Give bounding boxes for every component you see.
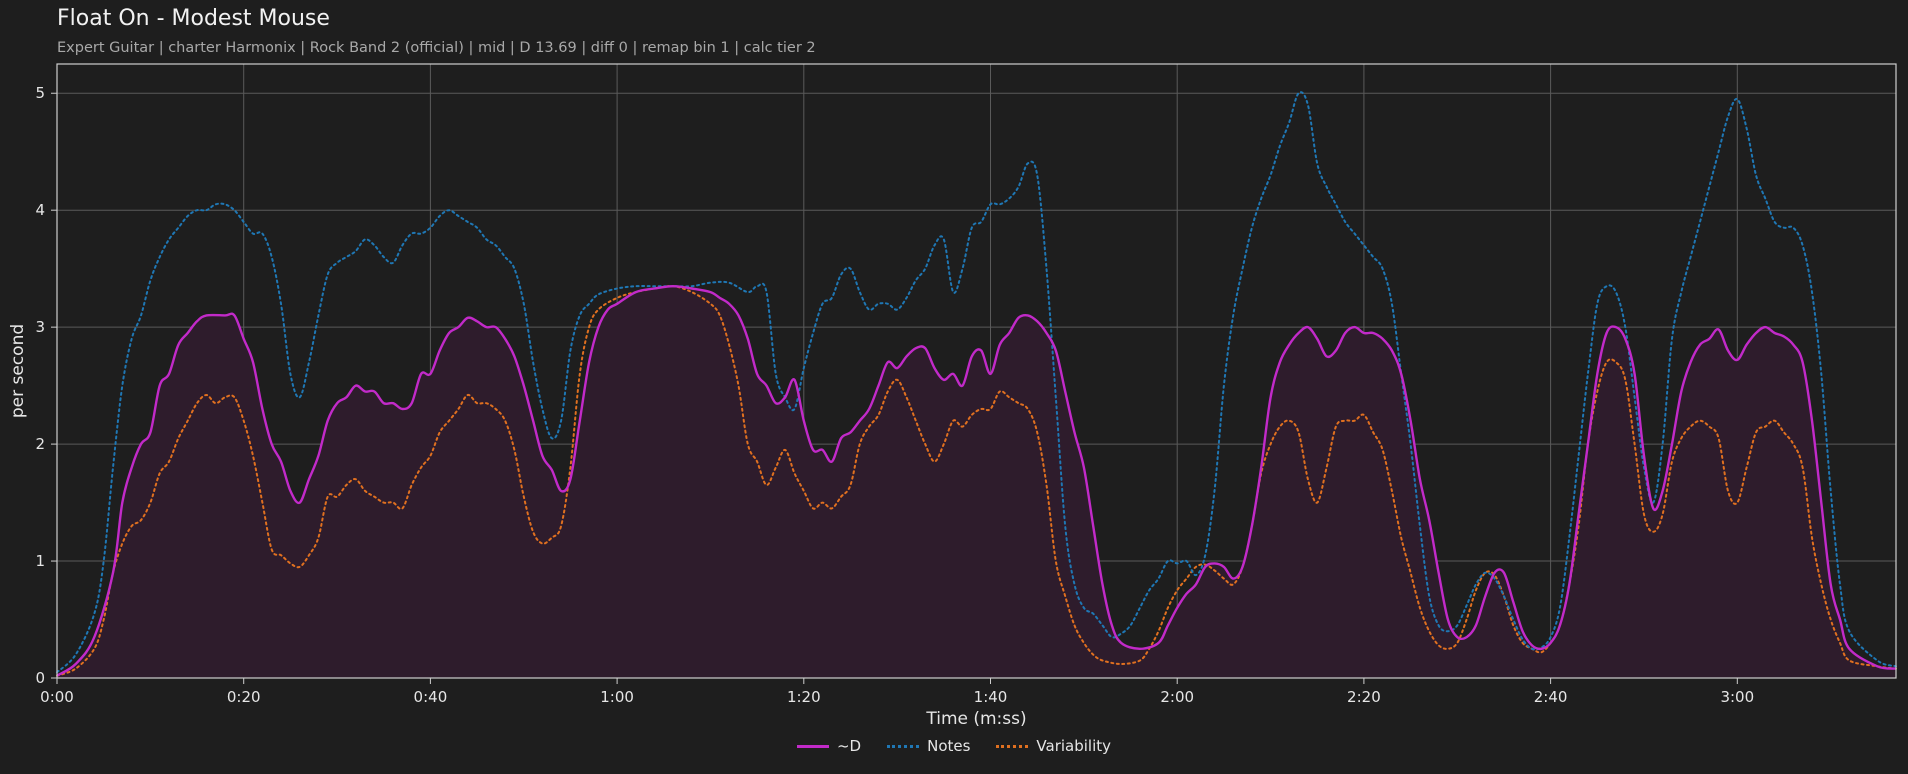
x-tick-label: 2:40 <box>1534 688 1568 706</box>
y-tick-label: 0 <box>35 669 45 687</box>
x-tick-label: 0:00 <box>40 688 74 706</box>
x-tick-label: 1:00 <box>600 688 634 706</box>
x-tick-label: 1:40 <box>974 688 1008 706</box>
legend-item-notes: Notes <box>887 737 970 755</box>
chart-canvas: 0:00 0:20 0:40 1:00 1:20 1:40 2:00 2:20 2:40 3:00… <box>8 63 1897 729</box>
legend-swatch <box>796 744 829 748</box>
d-area-layer <box>57 286 1896 678</box>
chart-legend: ~D Notes Variability <box>0 737 1908 755</box>
legend-item-variability: Variability <box>996 737 1111 755</box>
y-tick-label: 3 <box>35 318 45 336</box>
y-tick-label: 5 <box>35 84 45 102</box>
series-d-area <box>57 286 1896 678</box>
x-tick-label: 0:20 <box>227 688 261 706</box>
legend-label: ~D <box>836 737 862 755</box>
x-tick-label: 2:20 <box>1347 688 1381 706</box>
x-axis-label: Time (m:ss) <box>925 709 1026 729</box>
y-tick-label: 1 <box>35 552 45 570</box>
y-tick-label: 2 <box>35 435 45 453</box>
legend-swatch <box>887 744 920 748</box>
legend-label: Variability <box>1036 737 1112 755</box>
x-tick-label: 0:40 <box>414 688 448 706</box>
legend-label: Notes <box>927 737 971 755</box>
legend-swatch <box>996 744 1029 748</box>
legend-item-d: ~D <box>796 737 862 755</box>
x-tick-label: 1:20 <box>787 688 821 706</box>
y-tick-label: 4 <box>35 201 45 219</box>
x-tick-label: 3:00 <box>1720 688 1754 706</box>
y-axis-label: per second <box>8 324 28 418</box>
x-tick-label: 2:00 <box>1160 688 1194 706</box>
